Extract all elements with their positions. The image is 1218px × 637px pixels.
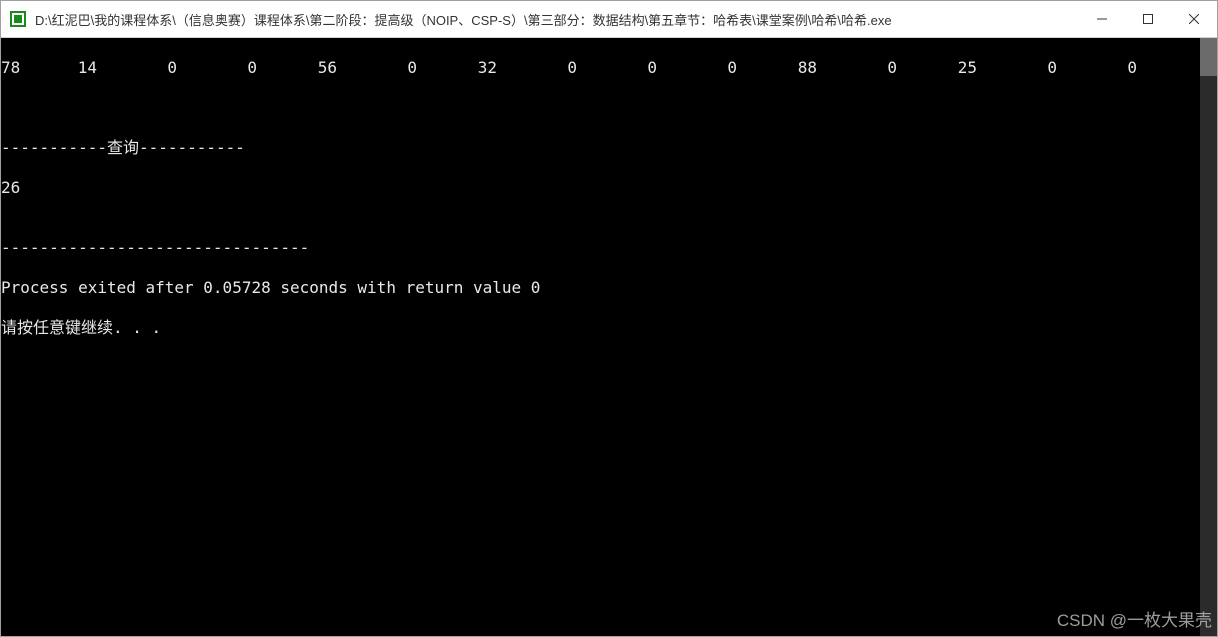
num-cell: 78 — [1, 58, 21, 78]
num-cell: 0 — [661, 58, 741, 78]
query-header: -----------查询----------- — [1, 138, 1200, 158]
process-exit-line: Process exited after 0.05728 seconds wit… — [1, 278, 1200, 298]
app-window: D:\红泥巴\我的课程体系\（信息奥赛）课程体系\第二阶段：提高级（NOIP、C… — [0, 0, 1218, 637]
minimize-button[interactable] — [1079, 1, 1125, 37]
numbers-row: 781400560320008802500 — [1, 58, 1200, 78]
console-area: 781400560320008802500 -----------查询-----… — [1, 38, 1217, 636]
num-cell: 0 — [981, 58, 1061, 78]
maximize-button[interactable] — [1125, 1, 1171, 37]
num-cell: 88 — [741, 58, 821, 78]
query-result: 26 — [1, 178, 1200, 198]
num-cell: 0 — [821, 58, 901, 78]
num-cell: 25 — [901, 58, 981, 78]
num-cell: 14 — [21, 58, 101, 78]
num-cell: 0 — [581, 58, 661, 78]
window-controls — [1079, 1, 1217, 37]
window-title: D:\红泥巴\我的课程体系\（信息奥赛）课程体系\第二阶段：提高级（NOIP、C… — [35, 10, 1079, 29]
num-cell: 56 — [261, 58, 341, 78]
close-button[interactable] — [1171, 1, 1217, 37]
separator-line: -------------------------------- — [1, 238, 1200, 258]
continue-prompt: 请按任意键继续. . . — [1, 318, 1200, 338]
scroll-thumb[interactable] — [1200, 38, 1217, 76]
num-cell: 0 — [181, 58, 261, 78]
vertical-scrollbar[interactable] — [1200, 38, 1217, 636]
num-cell: 0 — [501, 58, 581, 78]
num-cell: 32 — [421, 58, 501, 78]
num-cell: 0 — [341, 58, 421, 78]
titlebar[interactable]: D:\红泥巴\我的课程体系\（信息奥赛）课程体系\第二阶段：提高级（NOIP、C… — [1, 1, 1217, 38]
console-output[interactable]: 781400560320008802500 -----------查询-----… — [1, 38, 1200, 636]
app-icon — [9, 10, 27, 28]
num-cell: 0 — [101, 58, 181, 78]
num-cell: 0 — [1061, 58, 1141, 78]
